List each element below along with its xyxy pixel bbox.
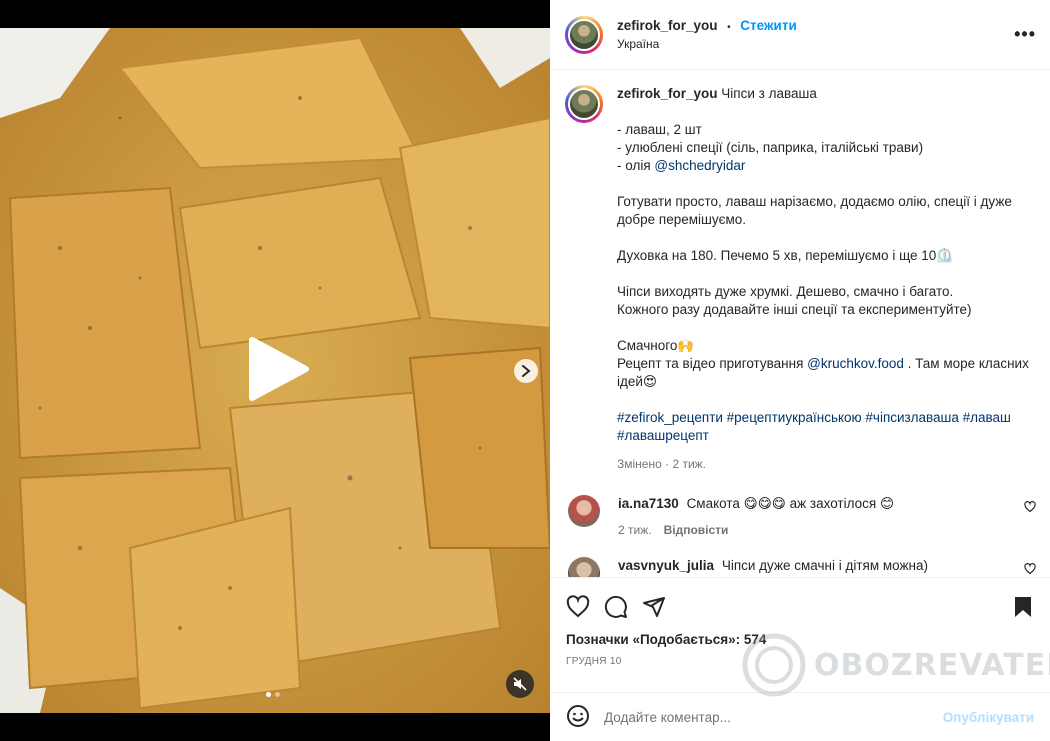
location-link[interactable]: Україна	[617, 36, 797, 53]
play-icon[interactable]	[246, 336, 310, 402]
carousel-indicator	[266, 692, 280, 697]
mute-button[interactable]	[506, 670, 534, 698]
comments-scroll-area[interactable]: zefirok_for_you Чіпси з лаваша - лаваш, …	[550, 71, 1050, 577]
comment-time[interactable]: 2 тиж.	[618, 523, 652, 537]
caption-paragraph: Чіпси виходять дуже хрумкі. Дешево, смач…	[617, 284, 972, 317]
post-actions: Позначки «Подобається»: 574 ГРУДНЯ 10	[550, 577, 1050, 667]
caption-signoff: Смачного🙌	[617, 338, 695, 353]
comment-username[interactable]: vasvnyuk_julia	[618, 558, 714, 573]
story-ring[interactable]	[565, 15, 603, 54]
like-icon[interactable]	[566, 595, 590, 619]
emoji-icon[interactable]	[566, 704, 590, 731]
hashtags[interactable]: #zefirok_рецепти #рецептиукраїнською #чі…	[617, 409, 1036, 445]
comment-text: Смакота 😋😋😋 аж захотілося 😊	[686, 496, 895, 511]
comment-composer: Опублікувати	[550, 692, 1050, 741]
story-ring[interactable]	[565, 85, 603, 123]
avatar[interactable]	[568, 18, 600, 51]
reply-button[interactable]: Відповісти	[664, 523, 729, 537]
edited-meta: Змінено · 2 тиж.	[617, 457, 707, 471]
muted-speaker-icon	[513, 677, 527, 691]
post-side-panel: zefirok_for_you • Стежити Україна ••• ze…	[550, 0, 1050, 741]
carousel-dot	[266, 692, 271, 697]
mention-link[interactable]: @kruchkov.food	[807, 356, 904, 371]
caption-paragraph: Духовка на 180. Печемо 5 хв, перемішуємо…	[617, 248, 954, 263]
comment-item: ia.na7130 Смакота 😋😋😋 аж захотілося 😊 2 …	[550, 495, 1050, 539]
carousel-dot	[275, 692, 280, 697]
post-media[interactable]	[0, 0, 550, 741]
comment-input[interactable]	[604, 709, 943, 725]
comment-like-icon[interactable]	[1024, 563, 1036, 577]
caption: zefirok_for_you Чіпси з лаваша - лаваш, …	[550, 71, 1050, 473]
edited-time[interactable]: 2 тиж.	[672, 457, 706, 471]
chevron-right-icon	[522, 365, 531, 377]
post-date[interactable]: ГРУДНЯ 10	[566, 656, 1034, 667]
follow-button[interactable]: Стежити	[740, 18, 796, 33]
ingredient-line: - лаваш, 2 шт	[617, 122, 702, 137]
edited-label: Змінено	[617, 457, 662, 471]
mention-link[interactable]: @shchedryidar	[654, 158, 745, 173]
save-bookmark-icon[interactable]	[1012, 595, 1034, 619]
post-header: zefirok_for_you • Стежити Україна •••	[550, 0, 1050, 70]
comment-like-icon[interactable]	[1024, 501, 1036, 516]
caption-paragraph: Готувати просто, лаваш нарізаємо, додаєм…	[617, 194, 1016, 227]
next-slide-button[interactable]	[514, 359, 538, 383]
caption-username[interactable]: zefirok_for_you	[617, 86, 718, 101]
comment-icon[interactable]	[604, 595, 628, 619]
caption-credit: Рецепт та відео приготування	[617, 356, 808, 371]
likes-count[interactable]: Позначки «Подобається»: 574	[566, 632, 1034, 647]
share-icon[interactable]	[642, 595, 666, 619]
comment-item: vasvnyuk_julia Чіпси дуже смачні і дітям…	[550, 557, 1050, 577]
avatar[interactable]	[568, 557, 600, 577]
author-username[interactable]: zefirok_for_you	[617, 18, 718, 33]
ingredient-line: - олія	[617, 158, 655, 173]
ingredient-line: - улюблені спеції (сіль, паприка, італій…	[617, 140, 924, 155]
separator-dot: •	[727, 21, 731, 33]
comment-text: Чіпси дуже смачні і дітям можна)	[721, 558, 929, 573]
avatar[interactable]	[568, 88, 600, 120]
caption-title: Чіпси з лаваша	[721, 86, 817, 101]
comment-username[interactable]: ia.na7130	[618, 496, 679, 511]
more-options-icon[interactable]: •••	[1014, 24, 1036, 45]
avatar[interactable]	[568, 495, 600, 527]
publish-button[interactable]: Опублікувати	[943, 710, 1034, 725]
